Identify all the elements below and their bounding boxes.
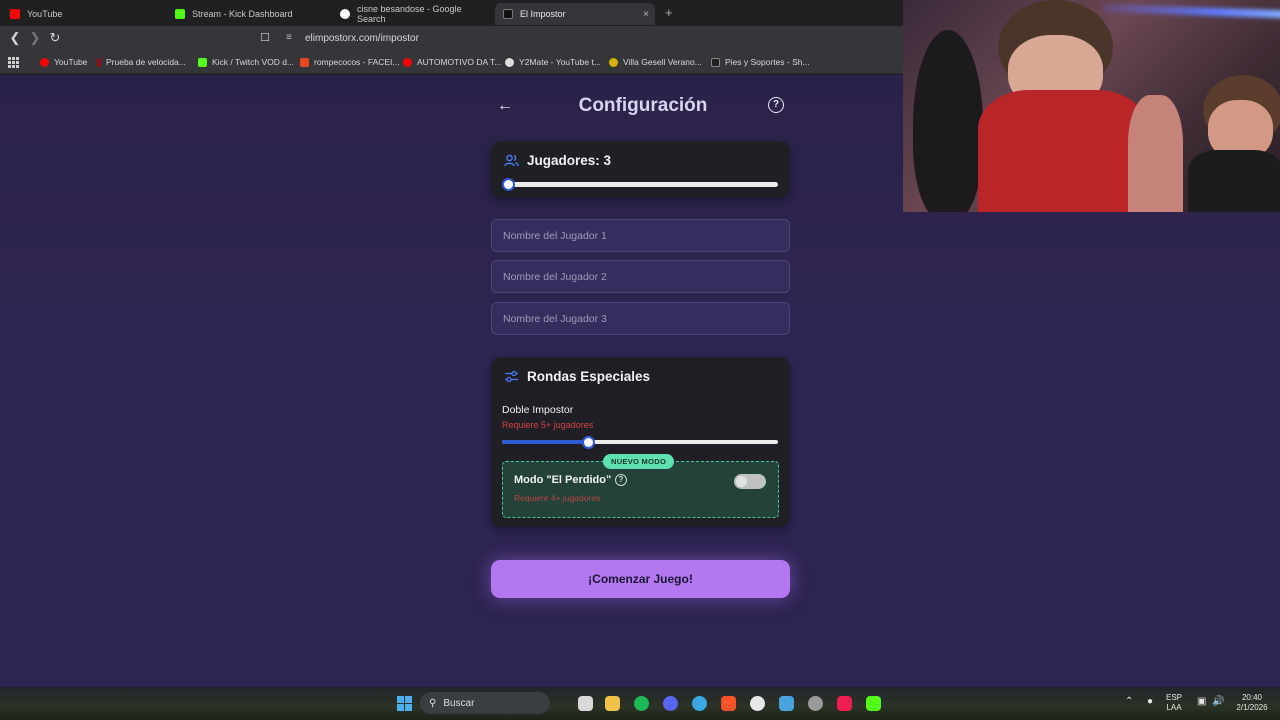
back-button[interactable]: ❮ xyxy=(8,31,22,45)
double-impostor-slider-thumb[interactable] xyxy=(581,436,595,449)
close-tab-icon[interactable]: × xyxy=(643,9,649,20)
bookmark-rompecocos[interactable]: rompecocos - FACEI... xyxy=(300,57,400,67)
chevron-up-icon[interactable]: ⌃ xyxy=(1125,697,1133,707)
players-count-label: Jugadores: 3 xyxy=(527,153,612,168)
players-card: Jugadores: 3 xyxy=(491,141,790,197)
bookmark-youtube[interactable]: YouTube xyxy=(40,57,87,67)
start-game-button[interactable]: ¡Comenzar Juego! xyxy=(491,560,790,598)
taskbar-search[interactable]: ⚲ Buscar xyxy=(420,692,550,714)
special-rounds-card: Rondas Especiales Doble Impostor Requier… xyxy=(491,357,790,527)
forward-button[interactable]: ❯ xyxy=(28,31,42,45)
page-title: Configuración xyxy=(578,95,708,116)
volume-icon[interactable]: 🔊 xyxy=(1212,697,1224,707)
webcam-person-red-shirt xyxy=(978,90,1148,212)
network-icon[interactable]: ▣ xyxy=(1197,697,1206,707)
webcam-person-left xyxy=(913,30,983,212)
special-rounds-title: Rondas Especiales xyxy=(527,369,651,384)
tab-youtube[interactable]: YouTube xyxy=(2,3,167,25)
webcam-person-middle xyxy=(1128,95,1183,212)
chrome-icon[interactable] xyxy=(808,696,823,711)
tab-label: cisne besandose - Google Search xyxy=(357,4,462,24)
double-impostor-label: Doble Impostor xyxy=(502,404,574,416)
spotify-icon[interactable] xyxy=(634,696,649,711)
new-tab-button[interactable]: + xyxy=(665,5,673,20)
lost-mode-help-icon[interactable]: ? xyxy=(615,474,627,486)
tab-kick-dashboard[interactable]: Stream - Kick Dashboard xyxy=(167,3,332,25)
search-icon: ⚲ xyxy=(429,697,437,709)
google-icon xyxy=(340,9,350,19)
bookmark-speed-test[interactable]: Prueba de velocida... xyxy=(97,57,186,67)
apps-grid-icon[interactable] xyxy=(8,57,19,68)
new-mode-badge: NUEVO MODO xyxy=(603,454,675,469)
photos-icon[interactable] xyxy=(779,696,794,711)
tab-google-search[interactable]: cisne besandose - Google Search xyxy=(332,3,494,25)
file-explorer-icon[interactable] xyxy=(605,696,620,711)
kick-icon xyxy=(175,9,185,19)
bookmark-y2mate[interactable]: Y2Mate - YouTube t... xyxy=(505,57,601,67)
windows-start-icon[interactable] xyxy=(397,696,412,711)
tab-label: El Impostor xyxy=(520,9,566,19)
lost-mode-box: NUEVO MODO Modo "El Perdido" ? Requiere … xyxy=(502,454,779,518)
lost-mode-requirement: Requiere 4+ jugadores xyxy=(514,493,601,503)
special-rounds-header: Rondas Especiales xyxy=(504,369,650,384)
webcam-person-right-body xyxy=(1188,150,1280,212)
bookmark-automotivo[interactable]: AUTOMOTIVO DA T... xyxy=(403,57,501,67)
bookmark-pies-y-soportes[interactable]: Pies y Soportes - Sh... xyxy=(711,57,810,67)
tiktok-icon[interactable] xyxy=(837,696,852,711)
impostor-icon xyxy=(503,9,513,19)
tab-label: YouTube xyxy=(27,9,63,19)
back-arrow-icon[interactable]: ← xyxy=(497,97,513,115)
bookmark-kick-twitch-vod[interactable]: Kick / Twitch VOD d... xyxy=(198,57,294,67)
taskbar-search-label: Buscar xyxy=(443,697,475,709)
brave-icon[interactable] xyxy=(721,696,736,711)
double-impostor-slider-fill xyxy=(502,440,588,444)
reload-icon[interactable]: ↻ xyxy=(48,31,62,45)
players-slider[interactable] xyxy=(502,178,778,191)
url-field[interactable]: elimpostorx.com/impostor xyxy=(305,33,419,44)
double-impostor-requirement: Requiere 5+ jugadores xyxy=(502,420,594,430)
tab-el-impostor[interactable]: El Impostor × xyxy=(495,3,655,25)
refresh-app-icon[interactable] xyxy=(692,696,707,711)
task-view-icon[interactable] xyxy=(578,696,593,711)
double-impostor-slider[interactable] xyxy=(502,436,778,449)
site-info-icon[interactable]: ≡ xyxy=(286,32,292,43)
player-2-name-input[interactable] xyxy=(491,260,790,293)
logitech-icon[interactable] xyxy=(750,696,765,711)
users-icon xyxy=(504,154,519,167)
player-3-name-input[interactable] xyxy=(491,302,790,335)
language-indicator[interactable]: ESP LAA xyxy=(1166,693,1182,713)
discord-icon[interactable] xyxy=(663,696,678,711)
youtube-icon xyxy=(10,9,20,19)
players-slider-thumb[interactable] xyxy=(502,178,515,191)
player-1-name-input[interactable] xyxy=(491,219,790,252)
bookmark-villa-gesell[interactable]: Villa Gesell Verano... xyxy=(609,57,702,67)
windows-taskbar: ⚲ Buscar ⌃ ● ESP LAA ▣ 🔊 20:40 2/1/2026 xyxy=(0,687,1280,720)
microphone-icon[interactable]: ● xyxy=(1147,697,1153,707)
tab-label: Stream - Kick Dashboard xyxy=(192,9,293,19)
lost-mode-title: Modo "El Perdido" xyxy=(514,474,612,486)
kick-taskbar-icon[interactable] xyxy=(866,696,881,711)
system-clock[interactable]: 20:40 2/1/2026 xyxy=(1232,693,1272,713)
sliders-icon xyxy=(505,370,518,383)
players-header: Jugadores: 3 xyxy=(504,153,611,168)
webcam-overlay xyxy=(903,0,1280,212)
bookmark-icon[interactable]: ☐ xyxy=(258,31,272,45)
lost-mode-toggle[interactable] xyxy=(734,474,766,489)
led-light-strip xyxy=(1102,3,1280,21)
help-icon[interactable]: ? xyxy=(768,97,784,113)
